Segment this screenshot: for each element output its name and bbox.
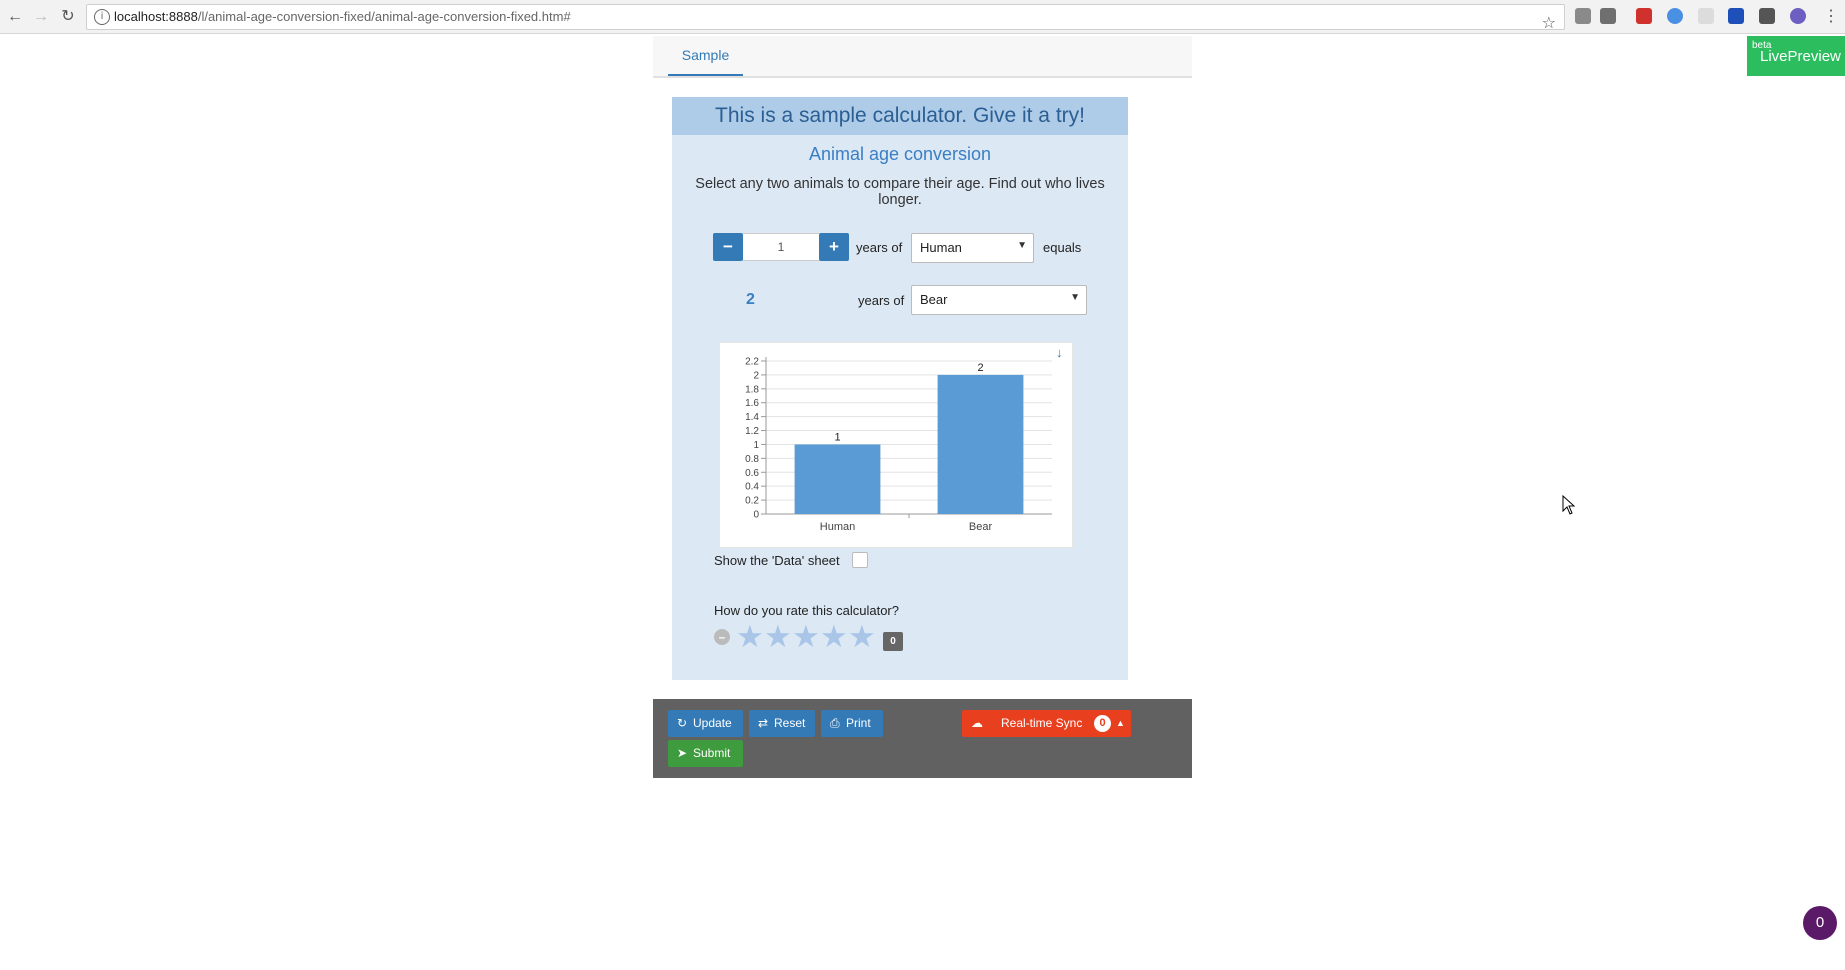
calculator-header: This is a sample calculator. Give it a t… — [672, 97, 1128, 135]
rating-star-1[interactable]: ★ — [736, 622, 764, 653]
submit-button[interactable]: ➤ Submit — [668, 740, 743, 767]
chevron-down-icon: ▼ — [1070, 292, 1080, 303]
rating-star-2[interactable]: ★ — [764, 622, 792, 653]
realtime-sync-button[interactable]: ☁ Real-time Sync 0 ▲ — [962, 710, 1131, 737]
tab-sample[interactable]: Sample — [668, 36, 743, 76]
reset-button[interactable]: ⇄ Reset — [749, 710, 815, 737]
animal-from-value: Human — [920, 240, 962, 255]
update-label: Update — [693, 716, 732, 730]
extension-icon[interactable] — [1600, 8, 1616, 24]
chevron-down-icon: ▼ — [1017, 240, 1027, 251]
cloud-sync-icon: ☁ — [971, 716, 983, 730]
calculator-panel: This is a sample calculator. Give it a t… — [672, 97, 1128, 680]
years-stepper: − 1 + — [713, 233, 849, 261]
y-tick-label: 0 — [753, 510, 759, 521]
back-icon[interactable]: ← — [4, 6, 26, 28]
bar-bear — [937, 374, 1024, 514]
update-button[interactable]: ↻ Update — [668, 710, 743, 737]
y-tick-label: 2.2 — [745, 357, 759, 368]
bar-human — [794, 444, 881, 514]
rating-question: How do you rate this calculator? — [714, 603, 899, 618]
data-label: 1 — [834, 431, 840, 443]
extension-icon[interactable] — [1698, 8, 1714, 24]
livepreview-badge[interactable]: beta LivePreview — [1747, 36, 1845, 76]
tab-bar: Sample — [653, 36, 1192, 78]
download-icon[interactable]: ↓ — [1056, 345, 1063, 360]
extension-icon[interactable] — [1575, 8, 1591, 24]
animal-to-value: Bear — [920, 292, 948, 307]
realtime-sync-label: Real-time Sync — [1001, 716, 1083, 730]
rating-star-3[interactable]: ★ — [792, 622, 820, 653]
reset-label: Reset — [774, 716, 806, 730]
url-text: localhost:8888/l/animal-age-conversion-f… — [114, 9, 571, 24]
equals-label: equals — [1043, 240, 1082, 255]
calculator-toolbar: ↻ Update ⇄ Reset ⎙ Print ☁ Real-time Sync 0 … — [653, 699, 1192, 778]
reload-icon[interactable]: ↻ — [57, 6, 79, 28]
years-of-label: years of — [858, 293, 905, 308]
bookmark-star-icon[interactable]: ☆ — [1542, 7, 1556, 38]
result-value: 2 — [746, 291, 755, 308]
x-tick-label: Bear — [969, 521, 993, 533]
y-tick-label: 2 — [753, 370, 759, 381]
extension-icon[interactable] — [1790, 8, 1806, 24]
send-icon: ➤ — [677, 746, 688, 760]
y-tick-label: 1.4 — [745, 412, 759, 423]
browser-toolbar: ← → ↻ i localhost:8888/l/animal-age-conv… — [0, 0, 1845, 34]
y-tick-label: 1.6 — [745, 398, 759, 409]
increment-button[interactable]: + — [819, 233, 849, 261]
data-label: 2 — [977, 362, 983, 374]
show-data-sheet-label: Show the 'Data' sheet — [714, 553, 840, 568]
reset-icon: ⇄ — [758, 716, 769, 730]
forward-icon[interactable]: → — [30, 6, 52, 28]
y-tick-label: 0.4 — [745, 482, 759, 493]
years-input[interactable]: 1 — [743, 233, 819, 261]
print-button[interactable]: ⎙ Print — [821, 710, 883, 737]
submit-label: Submit — [693, 746, 731, 760]
animal-to-select[interactable]: Bear ▼ — [911, 285, 1087, 315]
calculator-title: Animal age conversion — [808, 144, 992, 164]
printer-icon: ⎙ — [830, 716, 840, 730]
rating-star-5[interactable]: ★ — [848, 622, 876, 653]
extension-icon[interactable] — [1636, 8, 1652, 24]
sync-count-badge: 0 — [1094, 715, 1111, 732]
y-tick-label: 0.6 — [745, 468, 759, 479]
age-bar-chart: 0 0.2 0.4 0.6 0.8 1 1.2 1.4 1.6 1.8 2 2.2 1 Human 2 Bea… — [719, 342, 1073, 548]
extension-icon[interactable] — [1667, 8, 1683, 24]
y-tick-label: 0.8 — [745, 454, 759, 465]
address-bar[interactable]: i localhost:8888/l/animal-age-conversion… — [86, 4, 1565, 32]
y-tick-label: 0.2 — [745, 496, 759, 507]
refresh-icon: ↻ — [677, 716, 688, 730]
clear-rating-icon[interactable]: – — [714, 629, 730, 645]
livepreview-label: LivePreview — [1760, 48, 1841, 65]
decrement-button[interactable]: − — [713, 233, 743, 261]
y-tick-label: 1 — [753, 440, 759, 451]
show-data-sheet-checkbox[interactable] — [852, 552, 868, 568]
extension-icon[interactable] — [1759, 8, 1775, 24]
animal-from-select[interactable]: Human ▼ — [911, 233, 1034, 263]
calculator-description: Select any two animals to compare their … — [695, 176, 1105, 208]
years-of-label: years of — [856, 240, 903, 255]
rating-count-badge: 0 — [883, 632, 903, 651]
mouse-cursor-icon — [1562, 495, 1576, 515]
rating-star-4[interactable]: ★ — [820, 622, 848, 653]
x-tick-label: Human — [820, 521, 855, 533]
site-info-icon[interactable]: i — [94, 9, 110, 25]
browser-menu-icon[interactable]: ⋮ — [1823, 6, 1839, 26]
caret-up-icon[interactable]: ▲ — [1116, 710, 1125, 737]
print-label: Print — [846, 716, 871, 730]
chart-svg: 0 0.2 0.4 0.6 0.8 1 1.2 1.4 1.6 1.8 2 2.2 1 Human 2 Bea… — [745, 357, 1052, 533]
extension-icon[interactable] — [1728, 8, 1744, 24]
chat-bubble[interactable]: 0 — [1803, 906, 1837, 940]
y-tick-label: 1.8 — [745, 384, 759, 395]
y-tick-label: 1.2 — [745, 426, 759, 437]
